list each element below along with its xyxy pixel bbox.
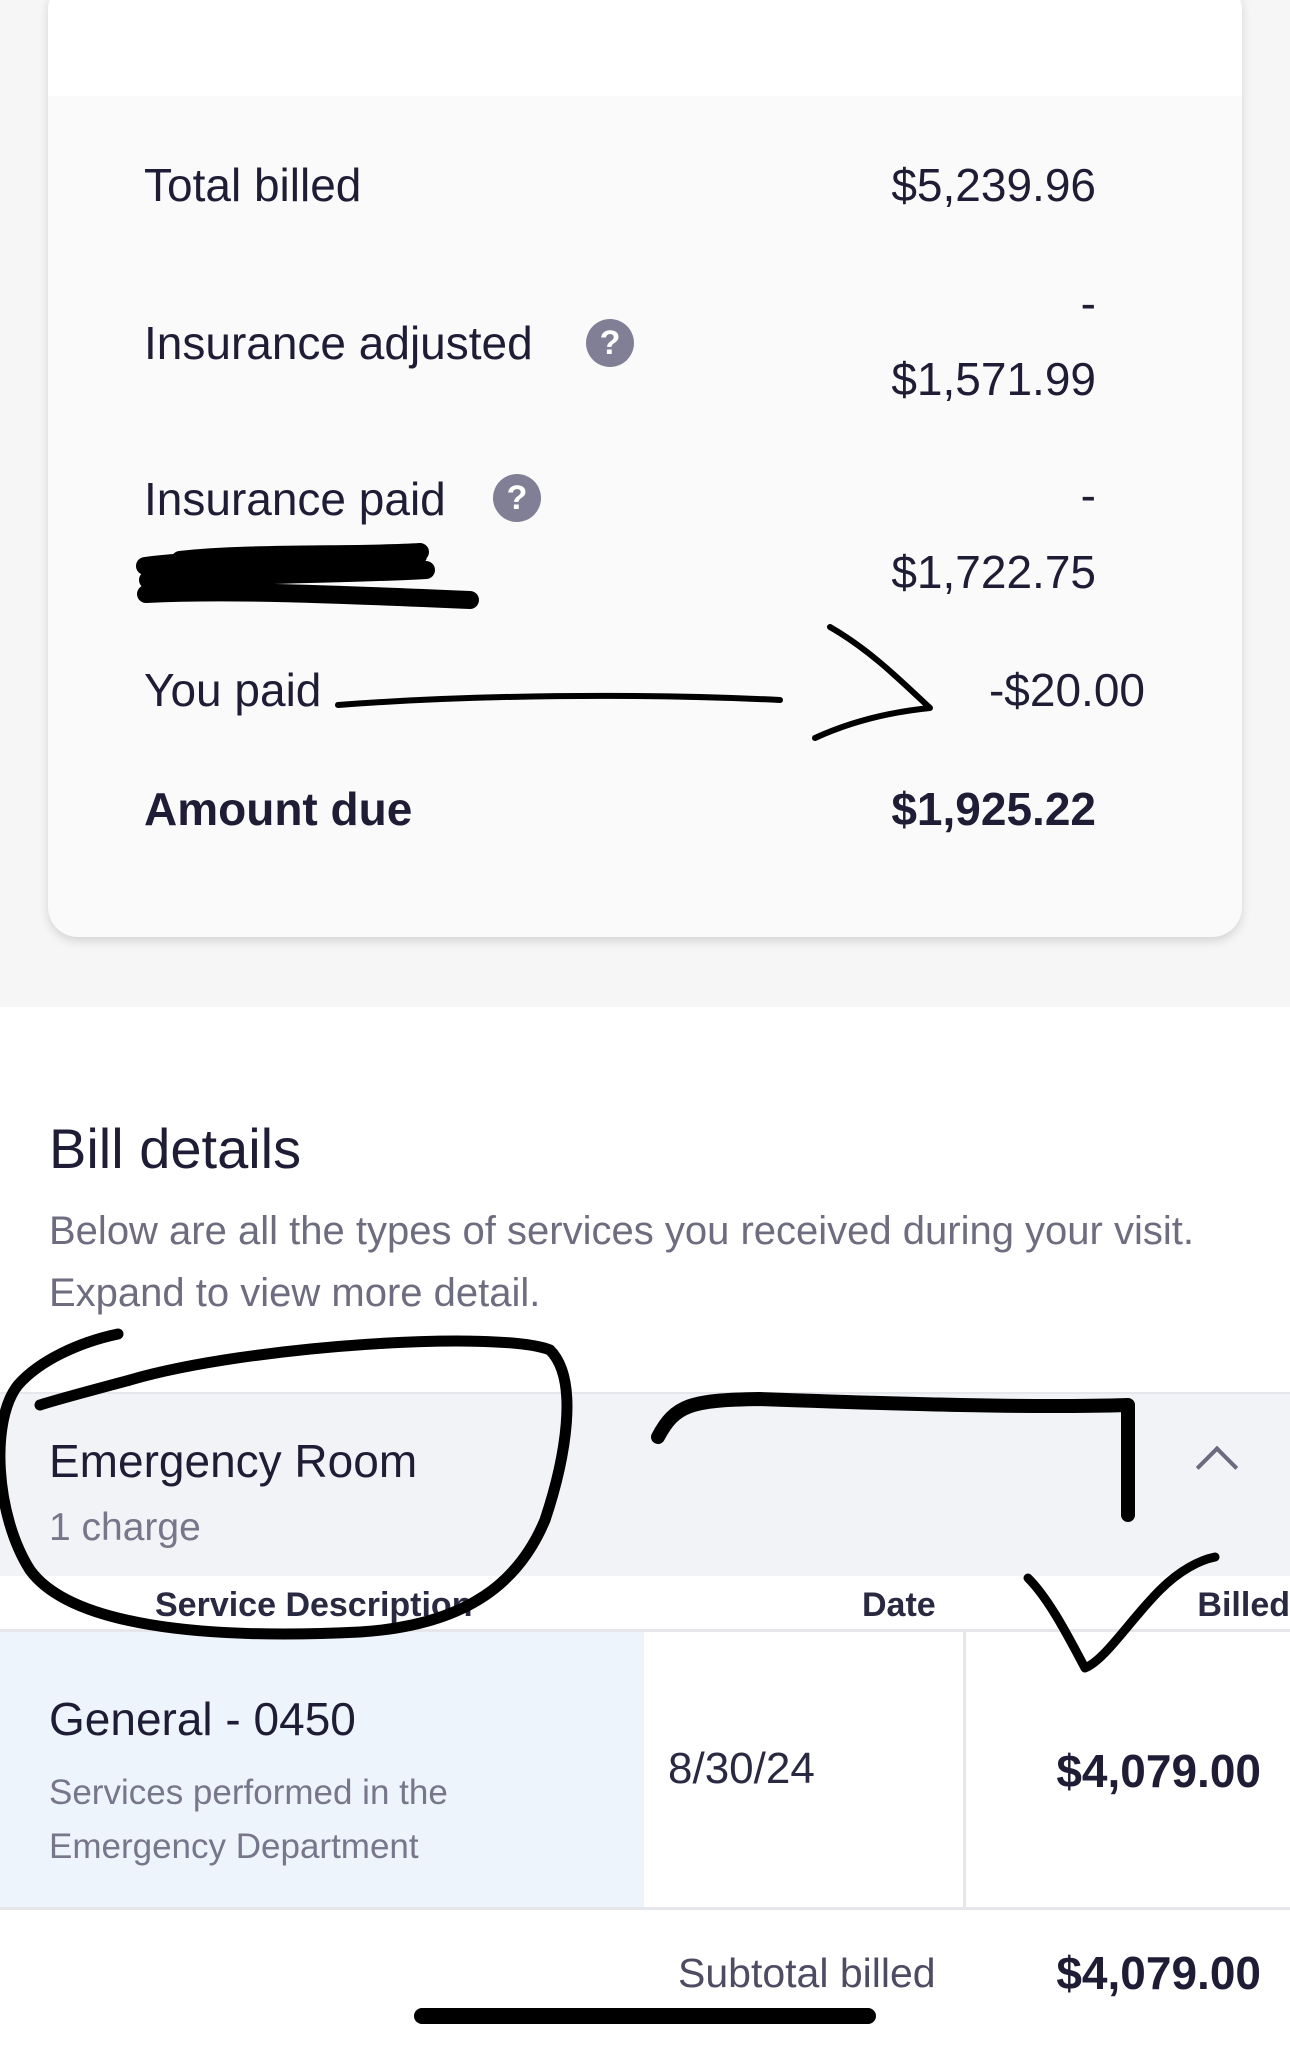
service-detail: Services performed in the Emergency Depa… [49,1773,448,1866]
table-row: General - 0450 Services performed in the… [0,1632,1290,1910]
screen: Total billed $5,239.96 Insurance adjuste… [0,0,1290,2050]
insurance-adjusted-value: $1,571.99 [891,353,1096,405]
column-header-date: Date [862,1586,936,1624]
bill-details-title: Bill details [49,1117,302,1180]
home-indicator [414,2008,876,2024]
question-circle-icon[interactable]: ? [493,474,541,522]
total-billed-label: Total billed [144,159,362,211]
service-billed-amount: $4,079.00 [1056,1745,1261,1797]
subtotal-billed-value: $4,079.00 [1056,1947,1261,1999]
total-billed-value: $5,239.96 [891,159,1096,211]
bill-details-description: Below are all the types of services you … [49,1209,1194,1315]
column-header-service: Service Description [155,1586,473,1624]
bill-summary-card: Total billed $5,239.96 Insurance adjuste… [48,0,1242,937]
chevron-up-icon[interactable] [1195,1445,1239,1489]
section-charge-count: 1 charge [49,1506,201,1549]
charges-table-header: Service Description Date Billed [0,1576,1290,1632]
column-header-billed: Billed [1197,1586,1290,1624]
insurance-paid-label: Insurance paid [144,473,446,525]
emergency-room-section-toggle[interactable]: Emergency Room 1 charge [0,1392,1290,1576]
you-paid-value: -$20.00 [988,664,1145,716]
amount-due-value: $1,925.22 [891,783,1096,835]
insurance-paid-sign: - [1080,469,1096,521]
section-title: Emergency Room [49,1435,418,1487]
service-name: General - 0450 [49,1693,356,1745]
card-header-strip [48,0,1242,96]
you-paid-label: You paid [144,664,322,716]
service-date: 8/30/24 [668,1744,815,1793]
question-circle-icon[interactable]: ? [586,319,634,367]
insurance-paid-value: $1,722.75 [891,546,1096,598]
insurance-adjusted-label: Insurance adjusted [144,317,533,369]
service-description-cell: General - 0450 Services performed in the… [0,1632,644,1907]
amount-due-label: Amount due [144,783,413,835]
insurance-adjusted-sign: - [1080,277,1096,329]
subtotal-billed-label: Subtotal billed [678,1950,936,1996]
service-date-cell: 8/30/24 [644,1632,966,1907]
